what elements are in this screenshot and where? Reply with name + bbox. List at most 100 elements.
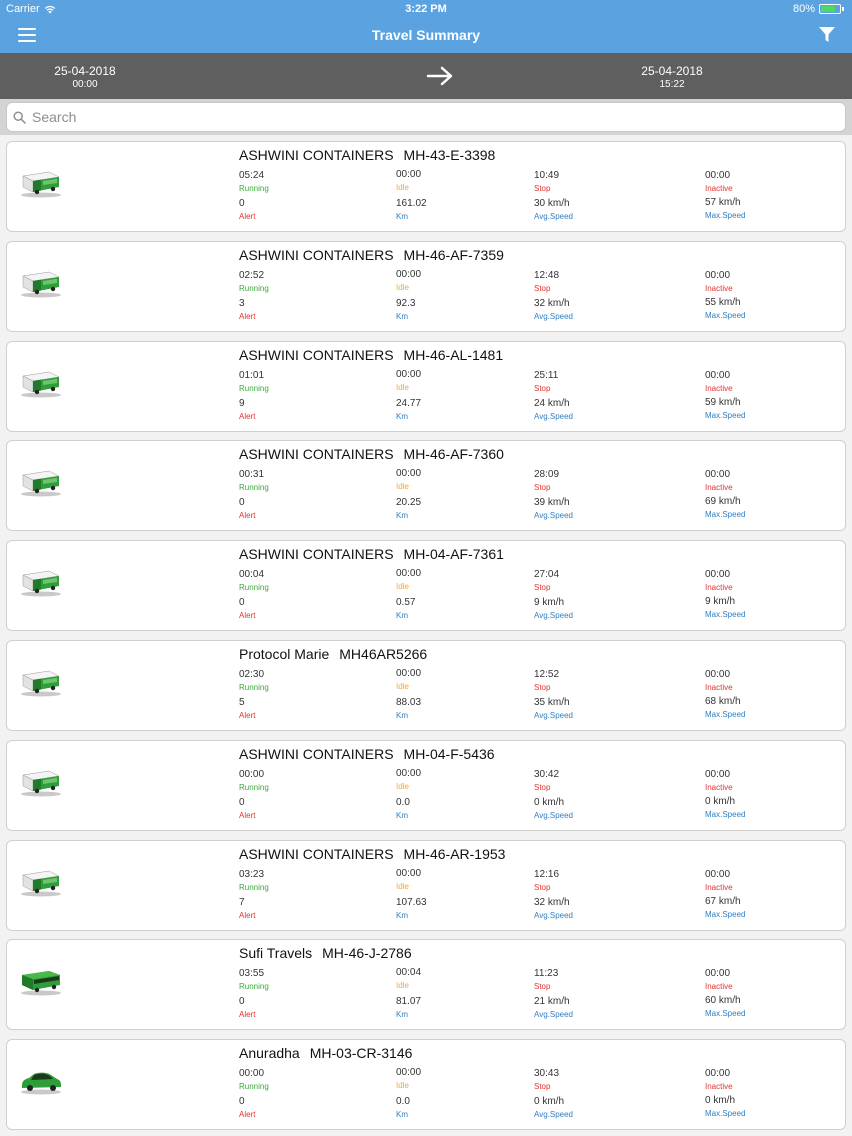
stat-stop-label: Stop xyxy=(534,982,551,992)
stat-alert: 0 Alert xyxy=(239,996,255,1020)
stat-alert-value: 0 xyxy=(239,497,245,509)
stat-inactive-label: Inactive xyxy=(705,782,733,792)
truck-icon xyxy=(19,867,63,897)
stat-idle: 00:00 Idle xyxy=(396,169,421,193)
truck-icon xyxy=(19,567,63,597)
stat-running-value: 01:01 xyxy=(239,369,265,381)
stat-avg-value: 35 km/h xyxy=(534,697,570,708)
truck-icon xyxy=(19,767,63,797)
battery-fill xyxy=(821,6,836,12)
stat-avg-label: Avg.Speed xyxy=(534,810,573,820)
vehicle-card[interactable]: Sufi Travels MH-46-J-2786 03:55 Running 0 Ale… xyxy=(6,939,846,1031)
stat-avg-label: Avg.Speed xyxy=(534,910,573,920)
search-field[interactable] xyxy=(6,102,846,132)
vehicle-owner: ASHWINI CONTAINERS xyxy=(239,845,394,862)
stat-max: 57 km/h Max.Speed xyxy=(705,197,745,221)
stat-km-value: 107.63 xyxy=(396,896,427,908)
stat-alert: 5 Alert xyxy=(239,697,255,721)
stat-max-value: 57 km/h xyxy=(705,197,741,208)
stat-idle: 00:00 Idle xyxy=(396,369,421,393)
stat-alert-label: Alert xyxy=(239,411,256,421)
stat-stop: 30:43 Stop xyxy=(534,1068,559,1092)
stat-inactive-value: 00:00 xyxy=(705,269,731,281)
stat-avg-value: 32 km/h xyxy=(534,297,570,309)
stat-running-value: 00:04 xyxy=(239,569,265,581)
stat-running: 03:23 Running xyxy=(239,869,269,893)
stat-avg-value: 21 km/h xyxy=(534,996,570,1008)
battery-icon xyxy=(819,4,841,14)
vehicle-card[interactable]: Protocol Marie MH46AR5266 02:30 Running 5 Ale… xyxy=(6,640,846,731)
stat-inactive: 00:00 Inactive xyxy=(705,968,733,992)
stat-km-value: 88.03 xyxy=(396,697,422,708)
stat-avg-value: 30 km/h xyxy=(534,198,570,209)
truck-icon xyxy=(19,168,63,198)
stat-stop: 10:49 Stop xyxy=(534,170,559,194)
stat-alert-label: Alert xyxy=(239,212,256,221)
vehicle-card[interactable]: ASHWINI CONTAINERS MH-43-E-3398 05:24 Runni… xyxy=(6,141,846,232)
stat-max: 9 km/h Max.Speed xyxy=(705,596,745,620)
stat-km-value: 81.07 xyxy=(396,996,422,1008)
from-date[interactable]: 25-04-2018 00:00 xyxy=(35,64,135,90)
stat-avg-label: Avg.Speed xyxy=(534,311,573,321)
stat-idle-value: 00:00 xyxy=(396,867,422,879)
stat-stop: 12:16 Stop xyxy=(534,869,559,893)
stat-max: 60 km/h Max.Speed xyxy=(705,995,745,1019)
stat-max-value: 68 km/h xyxy=(705,696,741,707)
stat-alert-label: Alert xyxy=(239,611,256,621)
clock: 3:22 PM xyxy=(405,3,447,15)
stat-inactive-label: Inactive xyxy=(705,583,733,593)
search-input[interactable] xyxy=(32,109,792,125)
stat-running-value: 00:00 xyxy=(239,1068,265,1080)
stat-max-value: 67 km/h xyxy=(705,895,741,907)
stat-alert: 3 Alert xyxy=(239,298,255,322)
stat-max-label: Max.Speed xyxy=(705,710,746,719)
stat-km-value: 161.02 xyxy=(396,198,427,209)
stat-avg-value: 39 km/h xyxy=(534,497,570,509)
stat-max-value: 9 km/h xyxy=(705,596,736,608)
arrow-right-icon xyxy=(426,66,453,86)
stat-running-label: Running xyxy=(239,283,269,293)
vehicle-card[interactable]: ASHWINI CONTAINERS MH-46-AR-1953 03:23 Runn… xyxy=(6,839,846,931)
stat-idle: 00:00 Idle xyxy=(396,1067,421,1091)
search-icon xyxy=(13,110,26,124)
bus-icon xyxy=(19,966,63,996)
stat-inactive-value: 00:00 xyxy=(705,968,731,980)
vehicle-owner: ASHWINI CONTAINERS xyxy=(239,546,394,563)
stat-alert-value: 0 xyxy=(239,796,245,808)
vehicle-card[interactable]: ASHWINI CONTAINERS MH-46-AF-7359 02:52 Runn… xyxy=(6,240,846,332)
stat-km-label: Km xyxy=(396,511,408,521)
stat-inactive: 00:00 Inactive xyxy=(705,1068,733,1092)
filter-icon[interactable] xyxy=(818,26,836,44)
vehicle-name: ASHWINI CONTAINERS MH-04-AF-7361 xyxy=(239,546,504,562)
stat-max-label: Max.Speed xyxy=(705,310,746,320)
stat-max-label: Max.Speed xyxy=(705,909,746,919)
stat-alert-value: 0 xyxy=(239,597,245,609)
status-bar: Carrier 3:22 PM 80% xyxy=(0,0,852,18)
vehicle-owner: ASHWINI CONTAINERS xyxy=(239,446,394,463)
vehicle-card[interactable]: ASHWINI CONTAINERS MH-46-AF-7360 00:31 Runn… xyxy=(6,440,846,532)
stat-alert-label: Alert xyxy=(239,910,256,920)
stat-inactive-value: 00:00 xyxy=(705,669,731,680)
stat-avg: 35 km/h Avg.Speed xyxy=(534,697,573,721)
stat-stop-value: 30:43 xyxy=(534,1068,560,1080)
stat-alert: 0 Alert xyxy=(239,797,255,821)
date-range-bar: 25-04-2018 00:00 25-04-2018 15:22 xyxy=(0,53,852,99)
vehicle-registration: MH-46-AL-1481 xyxy=(403,346,504,363)
vehicle-card[interactable]: Anuradha MH-03-CR-3146 00:00 Running 0 Alert 0… xyxy=(6,1039,846,1131)
vehicle-card[interactable]: ASHWINI CONTAINERS MH-04-F-5436 00:00 Runni… xyxy=(6,739,846,831)
stat-alert-label: Alert xyxy=(239,1010,256,1020)
to-date[interactable]: 25-04-2018 15:22 xyxy=(622,64,722,90)
stat-stop-value: 12:48 xyxy=(534,269,560,281)
stat-km: 24.77 Km xyxy=(396,398,421,422)
vehicle-card[interactable]: ASHWINI CONTAINERS MH-46-AL-1481 01:01 Runn… xyxy=(6,340,846,432)
battery-tip xyxy=(842,7,844,11)
stat-km: 81.07 Km xyxy=(396,996,421,1020)
stat-inactive: 00:00 Inactive xyxy=(705,669,733,693)
stat-alert-value: 9 xyxy=(239,397,245,409)
to-time-value: 15:22 xyxy=(659,79,685,90)
stat-running-label: Running xyxy=(239,882,269,892)
vehicle-registration: MH-46-J-2786 xyxy=(322,945,412,962)
stat-km-value: 24.77 xyxy=(396,397,422,409)
stat-stop: 12:48 Stop xyxy=(534,270,559,294)
vehicle-card[interactable]: ASHWINI CONTAINERS MH-04-AF-7361 00:04 Runn… xyxy=(6,540,846,632)
